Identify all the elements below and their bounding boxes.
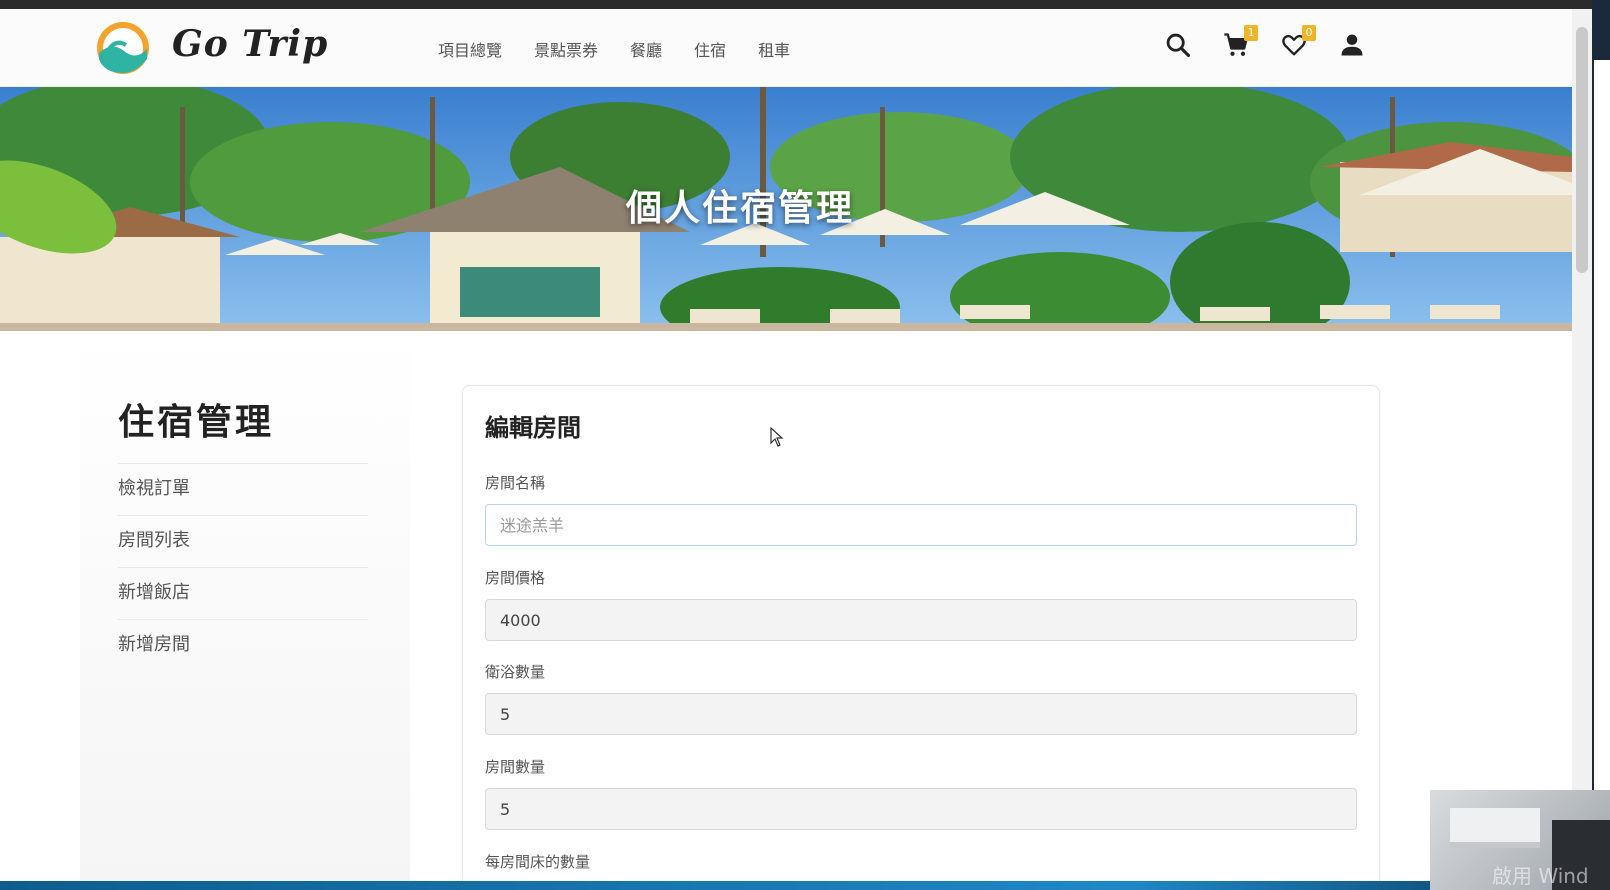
hero-banner: 個人住宿管理	[0, 87, 1572, 331]
nav-link-overview[interactable]: 項目總覽	[438, 37, 502, 61]
search-icon	[1166, 33, 1191, 58]
screen-top-strip	[0, 0, 1610, 9]
cart-count-badge: 1	[1244, 25, 1258, 41]
sidebar: 住宿管理 檢視訂單 房間列表 新增飯店 新增房間	[80, 331, 410, 881]
nav-icons: 1 0	[1164, 25, 1366, 59]
taskbar-strip	[0, 881, 1610, 890]
webcam-shelf	[1450, 808, 1540, 848]
adjacent-window-edge	[1592, 0, 1610, 890]
room-price-input[interactable]	[485, 599, 1357, 641]
nav-link-lodging[interactable]: 住宿	[694, 37, 726, 61]
browser-page: Go Trip 項目總覽 景點票券 餐廳 住宿 租車 1 0 個人住宿管理 住宿…	[0, 9, 1572, 881]
bathroom-count-input[interactable]	[485, 693, 1357, 735]
sidebar-item-room-list[interactable]: 房間列表	[118, 515, 368, 567]
scrollbar-thumb[interactable]	[1576, 27, 1588, 273]
beds-per-room-label: 每房間床的數量	[485, 853, 591, 871]
page-title: 個人住宿管理	[625, 188, 854, 229]
room-name-input[interactable]	[485, 504, 1357, 546]
sidebar-item-view-orders[interactable]: 檢視訂單	[118, 463, 368, 515]
cart-button[interactable]: 1	[1222, 25, 1258, 59]
wishlist-button[interactable]: 0	[1280, 25, 1316, 59]
bathroom-count-label: 衛浴數量	[485, 663, 546, 681]
room-price-label: 房間價格	[485, 569, 546, 587]
sidebar-title: 住宿管理	[118, 402, 275, 443]
room-name-label: 房間名稱	[485, 474, 546, 492]
wishlist-count-badge: 0	[1302, 25, 1316, 41]
sidebar-menu: 檢視訂單 房間列表 新增飯店 新增房間	[118, 463, 368, 671]
form-title: 編輯房間	[485, 414, 581, 442]
user-icon	[1341, 34, 1363, 56]
go-trip-logo[interactable]	[94, 19, 152, 77]
activation-watermark: 啟用 Wind	[1492, 864, 1589, 888]
adjacent-window-pane	[1594, 60, 1610, 790]
room-count-label: 房間數量	[485, 758, 546, 776]
sidebar-item-add-room[interactable]: 新增房間	[118, 619, 368, 671]
mouse-cursor-icon	[770, 427, 784, 447]
brand-name[interactable]: Go Trip	[172, 23, 328, 65]
nav-link-tickets[interactable]: 景點票券	[534, 37, 598, 61]
edit-room-card: 編輯房間 房間名稱 房間價格 衛浴數量 房間數量 每房間床的數量	[462, 385, 1380, 881]
page-scrollbar[interactable]	[1572, 9, 1592, 881]
account-button[interactable]	[1338, 31, 1366, 59]
nav-link-restaurants[interactable]: 餐廳	[630, 37, 662, 61]
sidebar-item-add-hotel[interactable]: 新增飯店	[118, 567, 368, 619]
webcam-overlay: 啟用 Wind	[1430, 790, 1610, 890]
navbar: Go Trip 項目總覽 景點票券 餐廳 住宿 租車 1 0	[0, 9, 1572, 87]
search-button[interactable]	[1164, 31, 1192, 59]
room-count-input[interactable]	[485, 788, 1357, 830]
nav-link-car-rental[interactable]: 租車	[758, 37, 790, 61]
main-nav: 項目總覽 景點票券 餐廳 住宿 租車	[438, 37, 790, 61]
